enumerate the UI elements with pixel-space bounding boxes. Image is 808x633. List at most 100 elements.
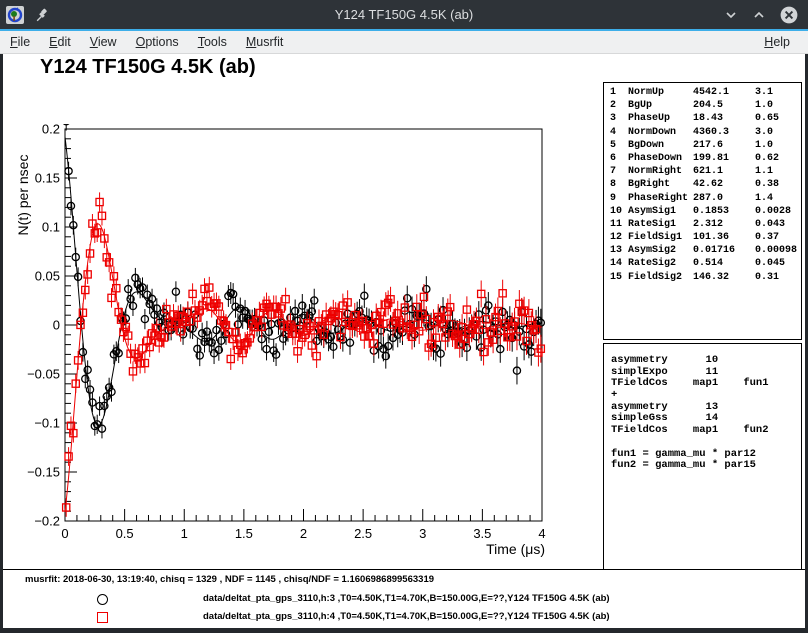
parameter-val: 287.0 xyxy=(693,193,723,204)
parameter-name: BgUp xyxy=(628,100,652,111)
parameter-err: 1.1 xyxy=(755,166,773,177)
parameter-err: 0.045 xyxy=(755,258,785,269)
svg-text:−0.1: −0.1 xyxy=(34,416,60,431)
svg-text:0.2: 0.2 xyxy=(42,122,60,137)
parameter-err: 0.37 xyxy=(755,232,779,243)
parameter-val: 101.36 xyxy=(693,232,729,243)
parameter-val: 199.81 xyxy=(693,153,729,164)
parameter-num: 15 xyxy=(610,272,622,283)
parameter-num: 8 xyxy=(610,179,616,190)
parameter-row: 8BgRight42.620.38 xyxy=(604,179,801,192)
parameter-err: 3.0 xyxy=(755,127,773,138)
svg-text:3: 3 xyxy=(419,526,426,541)
theory-line: simplExpo 11 xyxy=(611,366,801,378)
parameter-row: 14RateSig20.5140.045 xyxy=(604,258,801,271)
theory-box: asymmetry 10simplExpo 11TFieldCos map1 f… xyxy=(603,343,802,570)
theory-line: simpleGss 14 xyxy=(611,412,801,424)
theory-line: TFieldCos map1 fun2 xyxy=(611,424,801,436)
svg-text:3.5: 3.5 xyxy=(473,526,491,541)
parameter-num: 11 xyxy=(610,219,622,230)
parameter-val: 18.43 xyxy=(693,113,723,124)
parameter-val: 0.514 xyxy=(693,258,723,269)
parameter-row: 1NormUp4542.13.1 xyxy=(604,87,801,100)
svg-text:1.5: 1.5 xyxy=(235,526,253,541)
parameter-box: 1NormUp4542.13.12BgUp204.51.03PhaseUp18.… xyxy=(603,82,802,340)
parameter-val: 146.32 xyxy=(693,272,729,283)
svg-text:0.1: 0.1 xyxy=(42,220,60,235)
parameter-err: 0.38 xyxy=(755,179,779,190)
pad-separator-line xyxy=(3,569,805,570)
svg-text:4: 4 xyxy=(538,526,545,541)
parameter-name: RateSig2 xyxy=(628,258,676,269)
theory-line: fun1 = gamma_mu * par12 xyxy=(611,448,801,460)
parameter-val: 4360.3 xyxy=(693,127,729,138)
parameter-err: 0.62 xyxy=(755,153,779,164)
parameter-val: 621.1 xyxy=(693,166,723,177)
parameter-name: AsymSig1 xyxy=(628,206,676,217)
parameter-name: PhaseDown xyxy=(628,153,682,164)
parameter-num: 12 xyxy=(610,232,622,243)
legend-marker-circle-icon xyxy=(97,594,108,605)
parameter-err: 0.00098 xyxy=(755,245,797,256)
theory-line: asymmetry 13 xyxy=(611,401,801,413)
svg-text:0.5: 0.5 xyxy=(116,526,134,541)
legend-text: data/deltat_pta_gps_3110,h:3 ,T0=4.50K,T… xyxy=(203,593,610,604)
parameter-num: 10 xyxy=(610,206,622,217)
parameter-err: 0.31 xyxy=(755,272,779,283)
svg-text:0: 0 xyxy=(53,318,60,333)
svg-text:−0.2: −0.2 xyxy=(34,514,60,529)
theory-line: + xyxy=(611,389,801,401)
parameter-val: 0.01716 xyxy=(693,245,735,256)
theory-line: fun2 = gamma_mu * par15 xyxy=(611,459,801,471)
data-series-square xyxy=(63,192,545,516)
parameter-num: 13 xyxy=(610,245,622,256)
parameter-name: AsymSig2 xyxy=(628,245,676,256)
parameter-num: 1 xyxy=(610,87,616,98)
parameter-row: 15 FieldSig2 146.32 0.31 xyxy=(604,272,801,285)
svg-text:0: 0 xyxy=(61,526,68,541)
parameter-row: 2 BgUp 204.5 1.0 xyxy=(604,100,801,113)
fit-status-text: musrfit: 2018-06-30, 13:19:40, chisq = 1… xyxy=(25,574,434,585)
svg-text:0.15: 0.15 xyxy=(35,171,60,186)
parameter-name: RateSig1 xyxy=(628,219,676,230)
svg-text:1: 1 xyxy=(181,526,188,541)
parameter-val: 2.312 xyxy=(693,219,723,230)
legend-marker-square-icon xyxy=(97,612,108,623)
parameter-row: 9PhaseRight287.01.4 xyxy=(604,193,801,206)
parameter-row: 5BgDown217.61.0 xyxy=(604,140,801,153)
theory-line: TFieldCos map1 fun1 xyxy=(611,377,801,389)
parameter-val: 204.5 xyxy=(693,100,723,111)
parameter-name: NormUp xyxy=(628,87,664,98)
data-series-circle xyxy=(63,112,545,438)
parameter-row: 3PhaseUp18.430.65 xyxy=(604,113,801,126)
parameter-name: NormRight xyxy=(628,166,682,177)
parameter-name: FieldSig2 xyxy=(628,272,682,283)
legend: data/deltat_pta_gps_3110,h:3 ,T0=4.50K,T… xyxy=(95,591,735,627)
parameter-name: FieldSig1 xyxy=(628,232,682,243)
svg-text:−0.15: −0.15 xyxy=(27,465,60,480)
parameter-num: 4 xyxy=(610,127,616,138)
parameter-err: 1.0 xyxy=(755,100,773,111)
parameter-val: 42.62 xyxy=(693,179,723,190)
parameter-name: NormDown xyxy=(628,127,676,138)
parameter-num: 2 xyxy=(610,100,616,111)
parameter-err: 0.65 xyxy=(755,113,779,124)
legend-entry: data/deltat_pta_gps_3110,h:3 ,T0=4.50K,T… xyxy=(95,591,735,609)
svg-text:2: 2 xyxy=(300,526,307,541)
parameter-val: 4542.1 xyxy=(693,87,729,98)
parameter-row: 13 AsymSig2 0.01716 0.00098 xyxy=(604,245,801,258)
parameter-err: 0.043 xyxy=(755,219,785,230)
parameter-err: 1.4 xyxy=(755,193,773,204)
close-button[interactable] xyxy=(780,6,798,24)
legend-text: data/deltat_pta_gps_3110,h:4 ,T0=4.50K,T… xyxy=(203,611,610,622)
theory-line xyxy=(611,436,801,448)
maximize-button[interactable] xyxy=(752,8,766,22)
legend-entry: data/deltat_pta_gps_3110,h:4 ,T0=4.50K,T… xyxy=(95,609,735,627)
minimize-button[interactable] xyxy=(724,8,738,22)
parameter-row: 7NormRight621.11.1 xyxy=(604,166,801,179)
parameter-row: 10AsymSig10.18530.0028 xyxy=(604,206,801,219)
parameter-name: BgDown xyxy=(628,140,664,151)
parameter-name: PhaseUp xyxy=(628,113,670,124)
parameter-name: PhaseRight xyxy=(628,193,688,204)
parameter-val: 0.1853 xyxy=(693,206,729,217)
